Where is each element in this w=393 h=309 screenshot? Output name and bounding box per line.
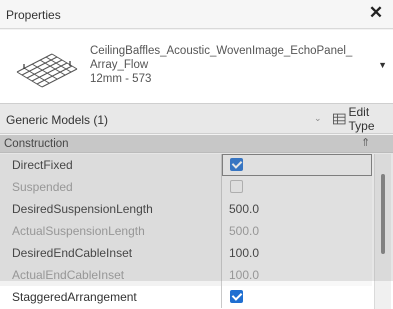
group-label: Construction <box>4 138 69 150</box>
property-name: DesiredSuspensionLength <box>0 198 222 220</box>
property-value-text: 500.0 <box>229 224 260 238</box>
property-row-actualendcableinset[interactable]: ActualEndCableInset 100.0 <box>0 264 372 286</box>
property-value[interactable] <box>222 154 372 176</box>
edit-type-label: Edit Type <box>348 105 375 133</box>
directfixed-checkbox[interactable] <box>230 158 243 171</box>
property-name: DesiredEndCableInset <box>0 242 222 264</box>
property-row-desiredsuspensionlength[interactable]: DesiredSuspensionLength 500.0 <box>0 198 372 220</box>
group-header-construction[interactable]: Construction ⇑ <box>0 135 393 153</box>
property-row-actualsuspensionlength[interactable]: ActualSuspensionLength 500.0 <box>0 220 372 242</box>
property-name: DirectFixed <box>0 154 222 176</box>
property-name: ActualEndCableInset <box>0 264 222 286</box>
close-icon[interactable]: ✕ <box>367 3 385 22</box>
type-dropdown-icon[interactable]: ▼ <box>378 60 387 70</box>
type-name-line-3: 12mm - 573 <box>90 73 152 85</box>
property-value-field: 100.0 <box>222 264 372 286</box>
property-row-suspended[interactable]: Suspended <box>0 176 372 198</box>
property-name: ActualSuspensionLength <box>0 220 222 242</box>
property-value[interactable] <box>222 286 372 308</box>
property-name: StaggeredArrangement <box>0 286 222 308</box>
property-value <box>222 176 372 198</box>
vertical-scrollbar[interactable] <box>374 154 391 309</box>
property-value-text: 100.0 <box>229 268 260 282</box>
property-row-desiredendcableinset[interactable]: DesiredEndCableInset 100.0 <box>0 242 372 264</box>
staggeredarrangement-checkbox[interactable] <box>230 290 243 303</box>
property-value-field: 500.0 <box>222 220 372 242</box>
baffle-array-thumbnail-icon <box>16 53 78 88</box>
property-value-field[interactable]: 100.0 <box>222 242 372 264</box>
property-name: Suspended <box>0 176 222 198</box>
property-row-staggeredarrangement[interactable]: StaggeredArrangement <box>0 286 372 308</box>
type-name-line-1: CeilingBaffles_Acoustic_WovenImage_EchoP… <box>90 45 353 57</box>
type-name: CeilingBaffles_Acoustic_WovenImage_EchoP… <box>90 44 375 86</box>
suspended-checkbox <box>230 180 243 193</box>
property-value-field[interactable]: 500.0 <box>222 198 372 220</box>
panel-title: Properties <box>6 8 61 22</box>
chevron-down-icon[interactable]: ⌄ <box>314 113 322 124</box>
properties-panel: Properties ✕ CeilingBaffles_Acoustic_Wov… <box>0 0 393 309</box>
property-value-text: 500.0 <box>229 202 260 216</box>
scrollbar-thumb[interactable] <box>381 174 385 254</box>
edit-type-icon <box>333 113 346 125</box>
instance-filter[interactable]: Generic Models (1) ⌄ Edit Type <box>0 104 393 134</box>
type-selector[interactable]: CeilingBaffles_Acoustic_WovenImage_EchoP… <box>0 30 393 104</box>
property-grid: Construction ⇑ DirectFixed Suspended Des… <box>0 135 393 309</box>
property-value-text: 100.0 <box>229 246 260 260</box>
property-row-directfixed[interactable]: DirectFixed <box>0 154 372 176</box>
instance-filter-label: Generic Models (1) <box>6 113 109 127</box>
edit-type-button[interactable]: Edit Type <box>333 105 393 133</box>
title-bar: Properties ✕ <box>0 0 393 29</box>
collapse-icon[interactable]: ⇑ <box>361 136 370 149</box>
type-name-line-2: Array_Flow <box>90 59 149 71</box>
